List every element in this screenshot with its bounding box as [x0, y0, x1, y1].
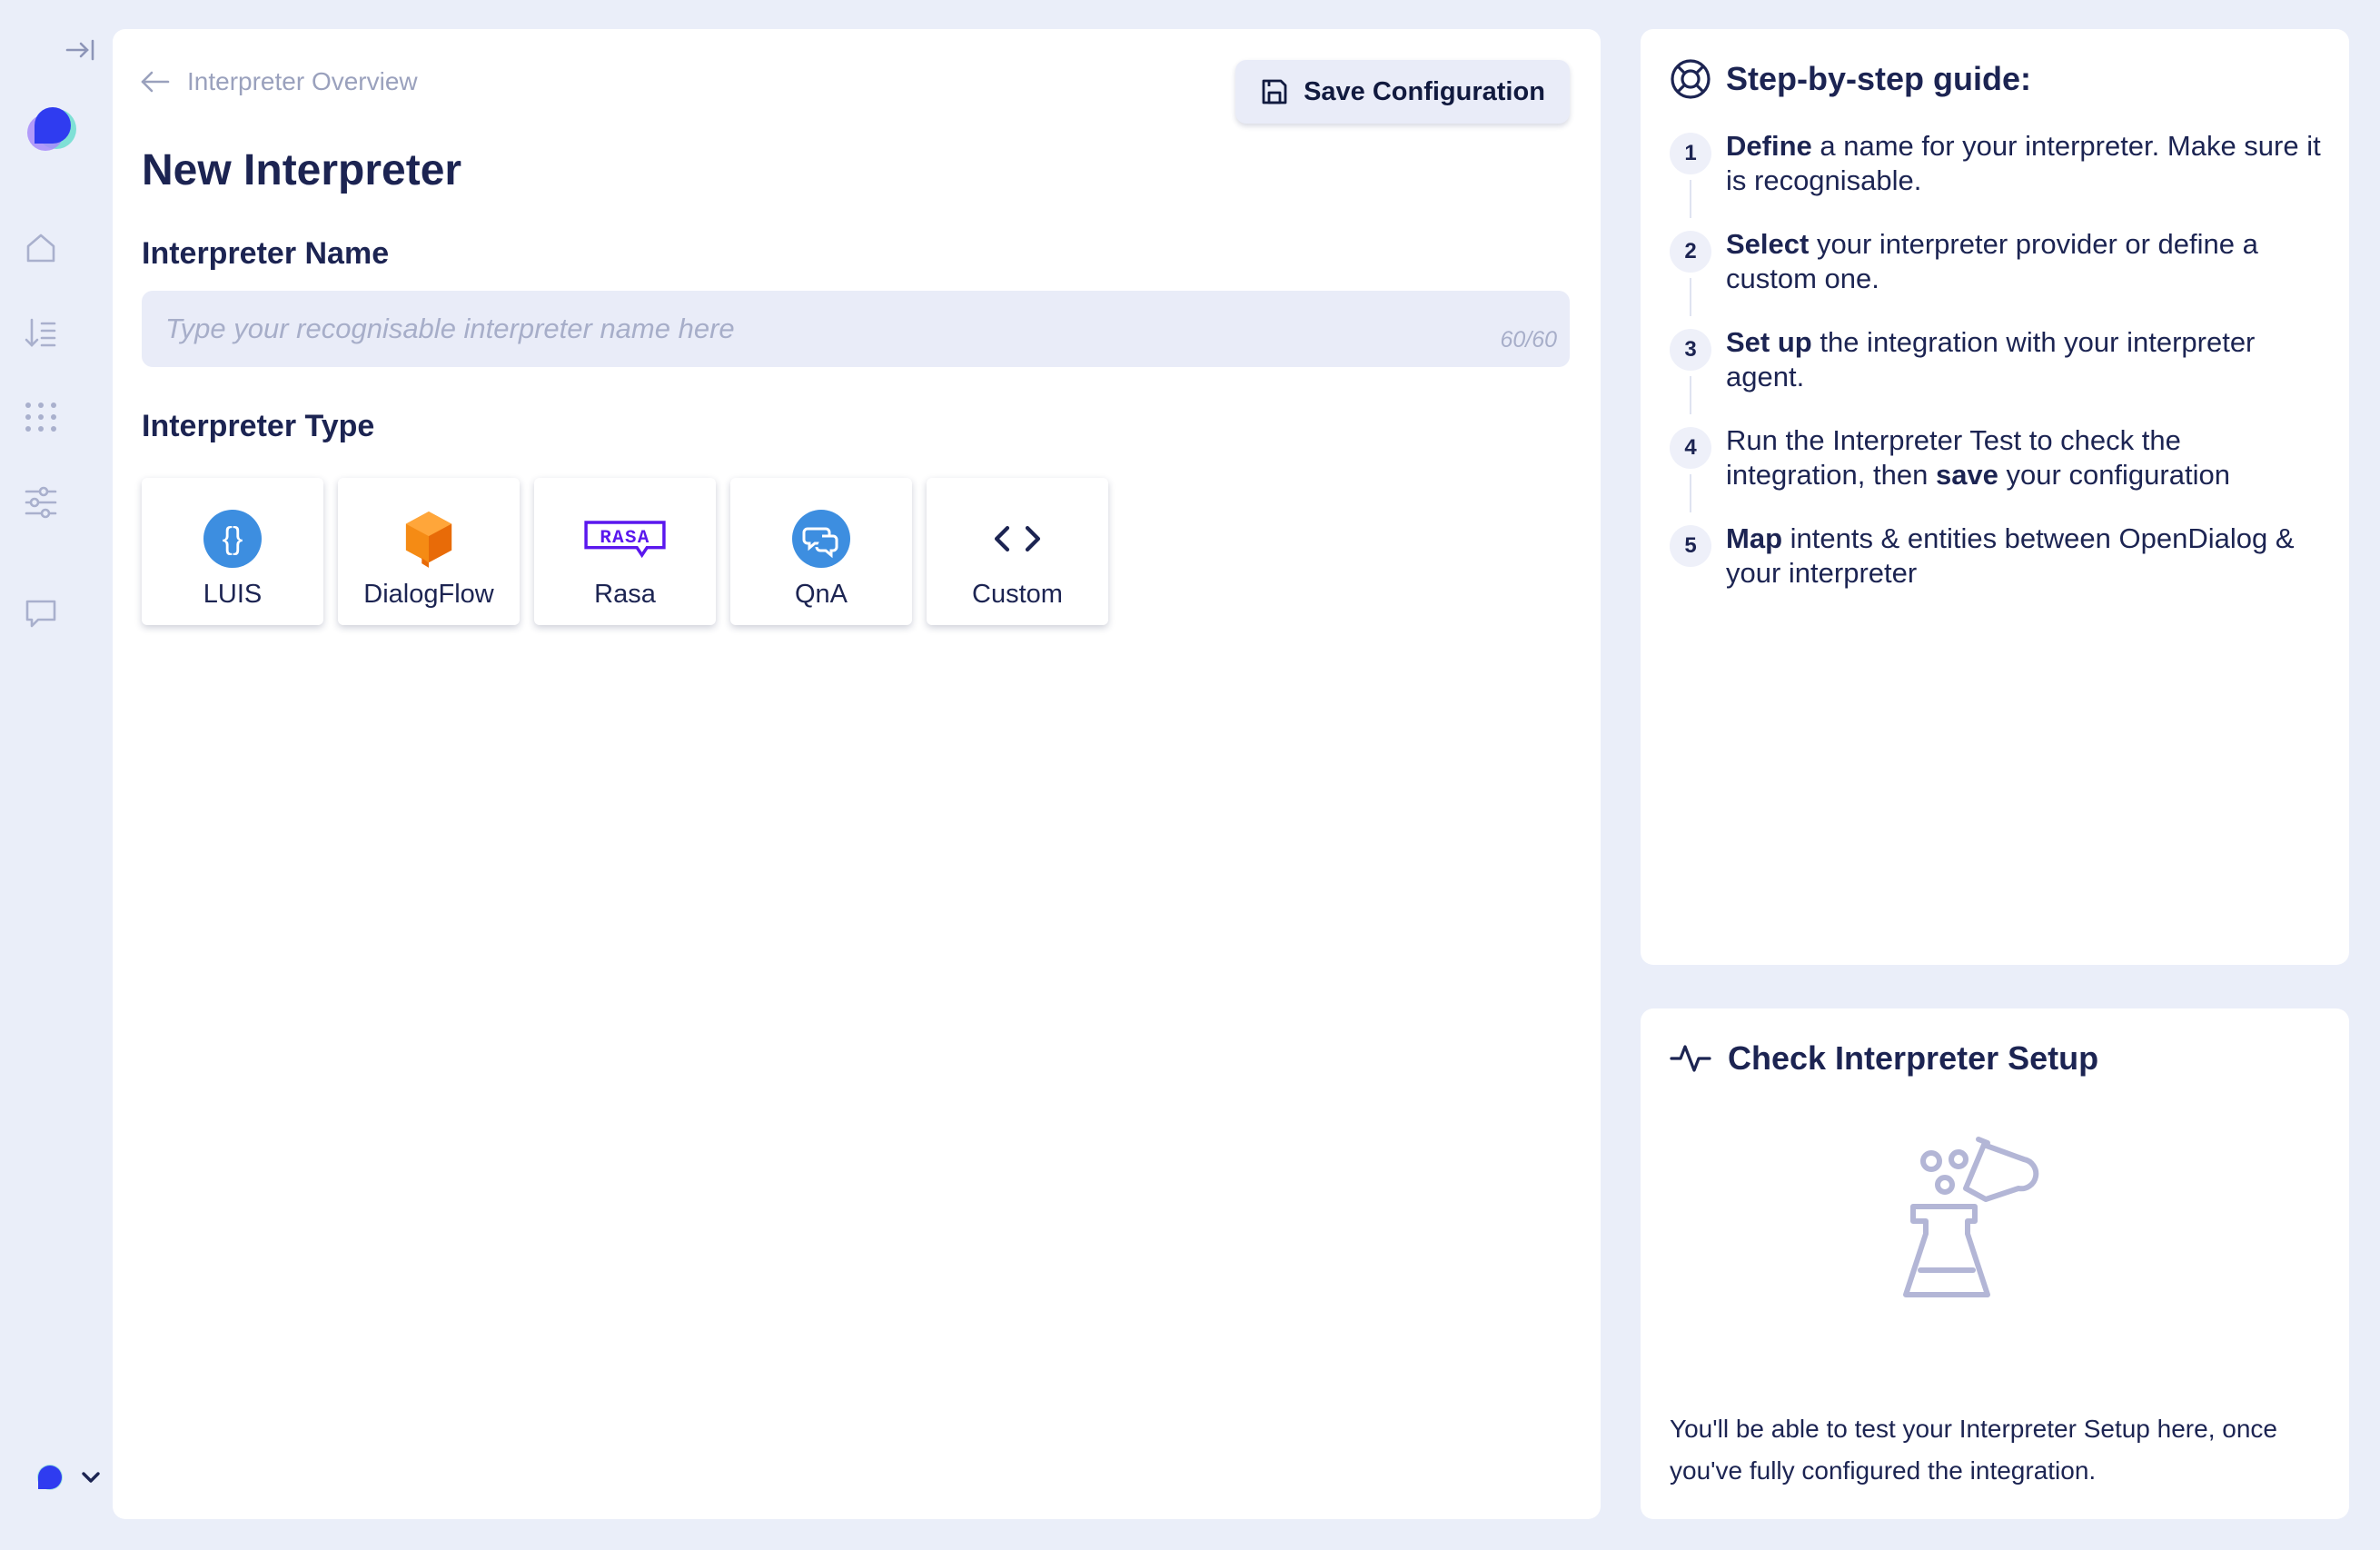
- char-counter: 60/60: [1500, 327, 1557, 353]
- code-icon: [977, 509, 1058, 569]
- interpreter-name-field: 60/60: [142, 291, 1570, 367]
- step-text: Map intents & entities between OpenDialo…: [1726, 522, 2295, 589]
- svg-text:{}: {}: [223, 522, 243, 556]
- check-interpreter-setup-panel: Check Interpreter Setup You'll be able t…: [1641, 1008, 2349, 1519]
- guide-step: 3 Set up the integration with your inter…: [1670, 325, 2324, 414]
- back-to-overview-link[interactable]: Interpreter Overview: [140, 64, 418, 100]
- type-option-label: Custom: [972, 580, 1063, 609]
- interpreter-name-label: Interpreter Name: [142, 236, 390, 271]
- save-icon: [1262, 79, 1287, 104]
- dialogflow-logo-icon: [388, 509, 470, 569]
- save-configuration-button[interactable]: Save Configuration: [1235, 60, 1570, 124]
- save-button-label: Save Configuration: [1304, 76, 1545, 106]
- type-option-luis[interactable]: {} LUIS: [142, 478, 323, 625]
- type-option-dialogflow[interactable]: DialogFlow: [338, 478, 520, 625]
- step-connector: [1690, 376, 1691, 414]
- step-number: 5: [1670, 525, 1711, 567]
- apps-grid-icon[interactable]: [24, 400, 58, 434]
- step-by-step-guide-panel: Step-by-step guide: 1 Define a name for …: [1641, 29, 2349, 965]
- check-title: Check Interpreter Setup: [1670, 1039, 2098, 1078]
- interpreter-type-options: {} LUIS DialogFlow RASA Rasa QnA Custom: [142, 478, 1108, 625]
- guide-steps: 1 Define a name for your interpreter. Ma…: [1670, 129, 2324, 620]
- guide-step: 1 Define a name for your interpreter. Ma…: [1670, 129, 2324, 218]
- step-connector: [1690, 474, 1691, 512]
- guide-step: 4 Run the Interpreter Test to check the …: [1670, 423, 2324, 512]
- sidebar: [0, 0, 111, 1550]
- svg-text:RASA: RASA: [600, 528, 650, 549]
- guide-title-text: Step-by-step guide:: [1726, 60, 2032, 97]
- type-option-qna[interactable]: QnA: [730, 478, 912, 625]
- type-option-label: QnA: [794, 580, 848, 609]
- type-option-rasa[interactable]: RASA Rasa: [534, 478, 716, 625]
- check-setup-message: You'll be able to test your Interpreter …: [1670, 1415, 2277, 1485]
- step-number: 2: [1670, 231, 1711, 273]
- interpreter-type-label: Interpreter Type: [142, 409, 375, 443]
- interpreter-name-input[interactable]: [142, 291, 1570, 367]
- step-number: 4: [1670, 427, 1711, 469]
- type-option-label: LUIS: [203, 580, 263, 609]
- scenarios-icon[interactable]: [24, 316, 58, 351]
- step-text: Define a name for your interpreter. Make…: [1726, 130, 2321, 196]
- back-link-label: Interpreter Overview: [187, 67, 418, 95]
- guide-title: Step-by-step guide:: [1670, 58, 2031, 100]
- app-logo[interactable]: [24, 98, 82, 156]
- guide-step: 2 Select your interpreter provider or de…: [1670, 227, 2324, 316]
- type-option-label: Rasa: [594, 580, 656, 609]
- main-panel: Interpreter Overview Save Configuration …: [113, 29, 1601, 1519]
- step-number: 3: [1670, 329, 1711, 371]
- guide-step: 5 Map intents & entities between OpenDia…: [1670, 522, 2324, 591]
- step-connector: [1690, 180, 1691, 218]
- check-title-text: Check Interpreter Setup: [1728, 1039, 2099, 1077]
- step-number: 1: [1670, 133, 1711, 174]
- type-option-custom[interactable]: Custom: [927, 478, 1108, 625]
- lifebuoy-icon: [1671, 59, 1711, 99]
- step-text: Run the Interpreter Test to check the in…: [1726, 424, 2230, 491]
- type-option-label: DialogFlow: [363, 580, 494, 609]
- step-connector: [1690, 278, 1691, 316]
- flask-illustration-icon: [1895, 1136, 2077, 1317]
- luis-logo-icon: {}: [192, 509, 273, 569]
- step-text: Set up the integration with your interpr…: [1726, 326, 2256, 392]
- account-avatar: [37, 1465, 100, 1490]
- home-icon[interactable]: [24, 231, 58, 265]
- page-title: New Interpreter: [142, 146, 462, 194]
- account-menu[interactable]: [35, 1463, 107, 1495]
- chat-icon[interactable]: [24, 596, 58, 631]
- settings-sliders-icon[interactable]: [24, 485, 58, 520]
- rasa-logo-icon: RASA: [584, 509, 666, 569]
- step-text: Select your interpreter provider or defi…: [1726, 228, 2258, 294]
- collapse-sidebar-icon[interactable]: [64, 36, 96, 64]
- activity-pulse-icon: [1670, 1045, 1711, 1072]
- arrow-left-icon: [141, 71, 170, 93]
- qna-logo-icon: [780, 509, 862, 569]
